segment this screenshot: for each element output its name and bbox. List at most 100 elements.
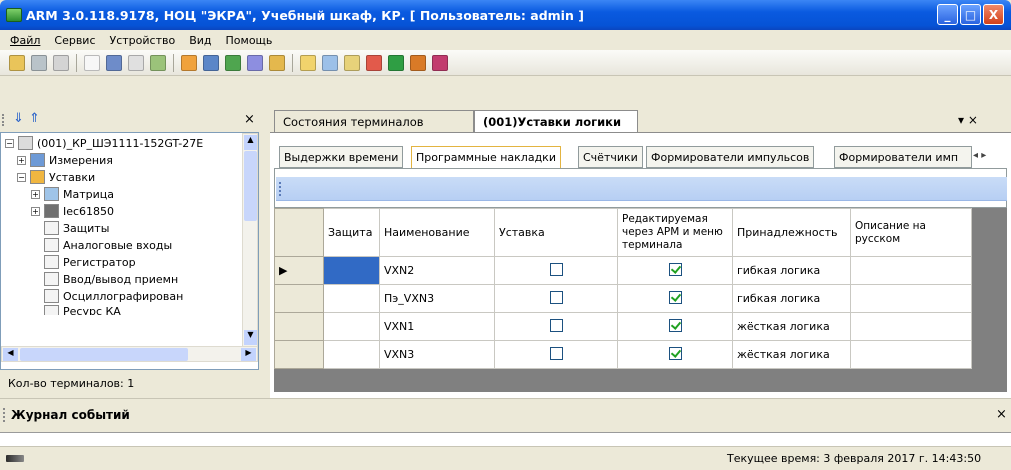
editable-checkbox[interactable] <box>668 290 682 304</box>
table-row[interactable]: VXN1 жёсткая логика <box>274 312 972 341</box>
menu-view[interactable]: Вид <box>189 34 211 47</box>
tree-node-iec61850[interactable]: + Iec61850 <box>31 203 114 219</box>
panel-icon[interactable] <box>128 54 144 71</box>
export-icon[interactable] <box>410 54 426 71</box>
maximize-button[interactable]: □ <box>960 4 981 25</box>
subtab-counters[interactable]: Счётчики <box>578 146 643 168</box>
arrow-down-icon[interactable]: ⇓ <box>13 111 24 126</box>
subtab-time-delays[interactable]: Выдержки времени <box>279 146 404 168</box>
description-cell[interactable] <box>850 312 972 341</box>
table-row[interactable]: VXN3 жёсткая логика <box>274 340 972 369</box>
scroll-right-icon[interactable]: ▶ <box>241 348 256 361</box>
tree-node-recorder[interactable]: Регистратор <box>44 254 136 270</box>
setting-checkbox[interactable] <box>549 346 563 360</box>
description-cell[interactable] <box>850 256 972 285</box>
owner-cell[interactable]: жёсткая логика <box>732 312 851 341</box>
list-icon[interactable] <box>84 54 100 71</box>
col-header-description[interactable]: Описание на русском <box>850 208 972 257</box>
minimize-button[interactable]: _ <box>937 4 958 25</box>
filter-icon[interactable] <box>247 54 263 71</box>
menu-file[interactable]: Файл <box>10 34 40 47</box>
tree-vertical-scrollbar[interactable]: ▲ ▼ <box>242 133 258 347</box>
editable-cell[interactable] <box>617 256 733 285</box>
col-header-setting[interactable]: Уставка <box>494 208 618 257</box>
tree-node-oscillography[interactable]: Осциллографирован <box>44 288 183 304</box>
setting-cell[interactable] <box>494 256 618 285</box>
events-panel-close-icon[interactable]: × <box>996 407 1007 422</box>
scroll-left-icon[interactable]: ◀ <box>3 348 18 361</box>
h-scroll-thumb[interactable] <box>20 348 188 361</box>
editable-cell[interactable] <box>617 340 733 369</box>
editable-cell[interactable] <box>617 312 733 341</box>
tree-horizontal-scrollbar[interactable]: ◀ ▶ <box>1 346 258 362</box>
protection-cell[interactable] <box>323 256 380 285</box>
subtab-pulse-formers[interactable]: Формирователи импульсов <box>646 146 815 168</box>
owner-cell[interactable]: жёсткая логика <box>732 340 851 369</box>
subtab-program-overlays[interactable]: Программные накладки <box>411 146 561 168</box>
protection-cell[interactable] <box>323 312 380 341</box>
tree-node-protections[interactable]: Защиты <box>44 220 109 236</box>
table-icon[interactable] <box>203 54 219 71</box>
name-cell[interactable]: Пэ_VXN3 <box>379 284 495 313</box>
open-folder-icon[interactable] <box>300 54 316 71</box>
window-icon[interactable] <box>150 54 166 71</box>
expand-icon[interactable]: + <box>17 155 26 165</box>
tabs-menu-icon[interactable]: ▾ × <box>958 113 978 127</box>
setting-checkbox[interactable] <box>549 262 563 276</box>
row-indicator[interactable] <box>274 312 324 341</box>
subtab-pulse-formers-2[interactable]: Формирователи имп <box>834 146 972 168</box>
col-header-name[interactable]: Наименование <box>379 208 495 257</box>
expand-icon[interactable]: + <box>31 189 40 199</box>
setting-cell[interactable] <box>494 312 618 341</box>
setting-checkbox[interactable] <box>549 290 563 304</box>
document-icon[interactable] <box>366 54 382 71</box>
subtab-scroll-icon[interactable]: ◂ ▸ <box>973 150 986 161</box>
tree-node-settings[interactable]: − Уставки <box>17 169 95 185</box>
terminal-icon[interactable] <box>106 54 122 71</box>
setting-cell[interactable] <box>494 284 618 313</box>
editable-cell[interactable] <box>617 284 733 313</box>
report-icon[interactable] <box>181 54 197 71</box>
description-cell[interactable] <box>850 340 972 369</box>
protection-cell[interactable] <box>323 284 380 313</box>
users-icon[interactable] <box>31 54 47 71</box>
name-cell[interactable]: VXN3 <box>379 340 495 369</box>
scroll-down-icon[interactable]: ▼ <box>244 330 257 345</box>
arrow-up-icon[interactable]: ⇑ <box>29 111 40 126</box>
row-indicator[interactable]: ▶ <box>274 256 324 285</box>
setting-checkbox[interactable] <box>549 318 563 332</box>
tools-icon[interactable] <box>269 54 285 71</box>
flag-icon[interactable] <box>432 54 448 71</box>
protection-cell[interactable] <box>323 340 380 369</box>
name-cell[interactable]: VXN2 <box>379 256 495 285</box>
row-indicator[interactable] <box>274 340 324 369</box>
row-indicator[interactable] <box>274 284 324 313</box>
tree-node-analog-inputs[interactable]: Аналоговые входы <box>44 237 172 253</box>
expand-icon[interactable]: + <box>31 206 40 216</box>
menu-service[interactable]: Сервис <box>54 34 95 47</box>
col-header-protection[interactable]: Защита <box>323 208 380 257</box>
editable-checkbox[interactable] <box>668 318 682 332</box>
tree-node-io[interactable]: Ввод/вывод приемн <box>44 271 178 287</box>
tree-node-terminal[interactable]: − (001)_КР_ШЭ1111-152GT-27Е <box>5 135 203 151</box>
save-icon[interactable] <box>344 54 360 71</box>
owner-cell[interactable]: гибкая логика <box>732 256 851 285</box>
menu-help[interactable]: Помощь <box>226 34 273 47</box>
settings-icon[interactable] <box>53 54 69 71</box>
left-panel-close-icon[interactable]: × <box>244 112 255 127</box>
close-button[interactable]: X <box>983 4 1004 25</box>
tab-terminal-states[interactable]: Состояния терминалов <box>274 110 474 132</box>
col-header-editable[interactable]: Редактируемая через АРМ и меню терминала <box>617 208 733 257</box>
tree-node-matrix[interactable]: + Матрица <box>31 186 114 202</box>
collapse-icon[interactable]: − <box>5 138 14 148</box>
connect-icon[interactable] <box>9 54 25 71</box>
collapse-icon[interactable]: − <box>17 172 26 182</box>
tree-node-measurements[interactable]: + Измерения <box>17 152 113 168</box>
menu-device[interactable]: Устройство <box>110 34 176 47</box>
editable-checkbox[interactable] <box>668 346 682 360</box>
chart-icon[interactable] <box>388 54 404 71</box>
tab-logic-settings[interactable]: (001)Уставки логики <box>474 110 638 132</box>
edit-icon[interactable] <box>322 54 338 71</box>
editable-checkbox[interactable] <box>668 262 682 276</box>
table-row[interactable]: Пэ_VXN3 гибкая логика <box>274 284 972 313</box>
